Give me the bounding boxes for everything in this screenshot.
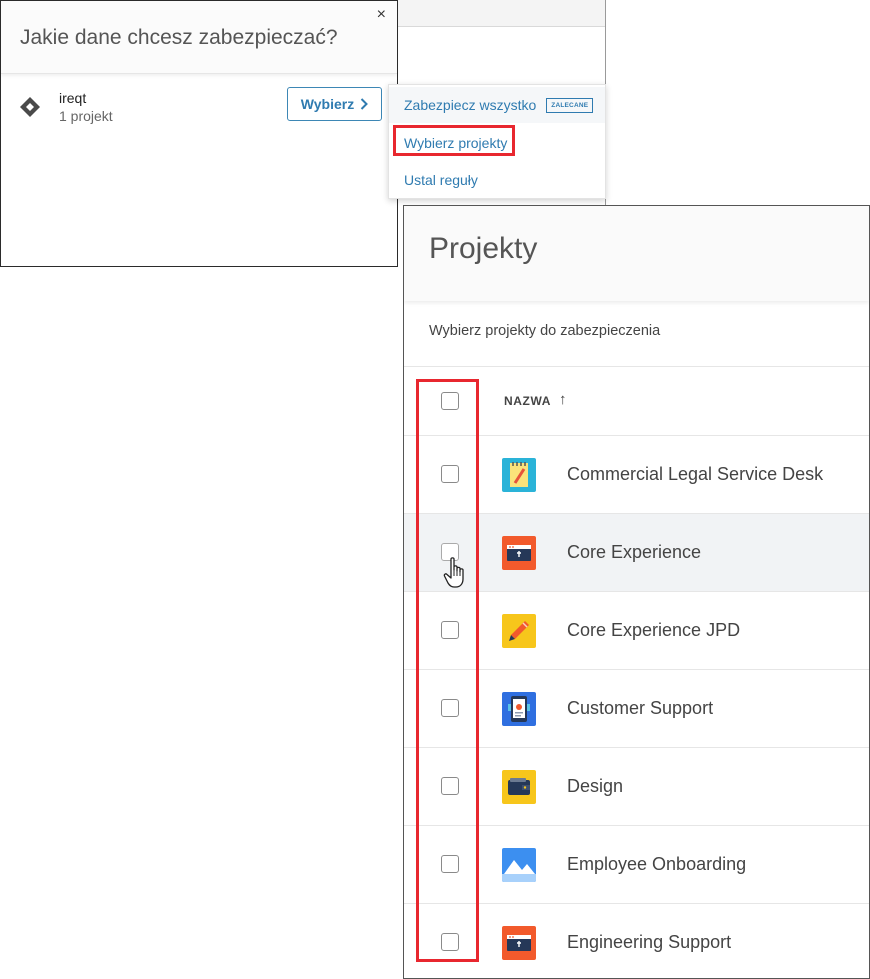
close-icon[interactable]: × bbox=[377, 7, 386, 23]
dialog-header: Jakie dane chcesz zabezpieczać? × bbox=[1, 1, 397, 74]
org-project-count: 1 projekt bbox=[59, 108, 113, 124]
browser-window-icon bbox=[502, 536, 536, 570]
org-row: ireqt 1 projekt Wybierz bbox=[1, 74, 397, 134]
select-button-label: Wybierz bbox=[300, 96, 355, 112]
row-checkbox[interactable] bbox=[441, 855, 459, 873]
diamond-org-icon bbox=[20, 97, 40, 117]
pencil-icon bbox=[502, 614, 536, 648]
phone-support-icon bbox=[502, 692, 536, 726]
project-name: Commercial Legal Service Desk bbox=[567, 464, 824, 484]
table-row[interactable]: Design bbox=[404, 748, 869, 826]
row-checkbox[interactable] bbox=[441, 699, 459, 717]
table-header: NAZWA ↑ bbox=[404, 366, 869, 436]
panel-title: Projekty bbox=[429, 232, 538, 265]
project-name: Customer Support bbox=[567, 698, 714, 718]
row-checkbox[interactable] bbox=[441, 933, 459, 951]
panel-header: Projekty bbox=[404, 206, 869, 301]
select-button[interactable]: Wybierz bbox=[287, 87, 382, 121]
recommended-badge: ZALECANE bbox=[546, 97, 594, 113]
menu-item-label: Zabezpiecz wszystko bbox=[404, 97, 537, 113]
protect-data-dialog: Jakie dane chcesz zabezpieczać? × ireqt … bbox=[0, 0, 398, 267]
row-checkbox[interactable] bbox=[441, 543, 459, 561]
project-name: Core Experience JPD bbox=[567, 620, 741, 640]
select-dropdown-menu: Zabezpiecz wszystko ZALECANE Wybierz pro… bbox=[388, 84, 606, 199]
menu-item-protect-all[interactable]: Zabezpiecz wszystko ZALECANE bbox=[389, 87, 605, 123]
projects-table: NAZWA ↑ Commercial Legal Service Desk Co… bbox=[404, 366, 869, 978]
row-checkbox[interactable] bbox=[441, 621, 459, 639]
select-all-checkbox[interactable] bbox=[441, 392, 459, 410]
table-row[interactable]: Employee Onboarding bbox=[404, 826, 869, 904]
table-row[interactable]: Core Experience JPD bbox=[404, 592, 869, 670]
wallet-icon bbox=[502, 770, 536, 804]
table-row[interactable]: Engineering Support bbox=[404, 904, 869, 978]
browser-window-icon bbox=[502, 926, 536, 960]
project-name: Employee Onboarding bbox=[567, 854, 747, 874]
notepad-pencil-icon bbox=[502, 458, 536, 492]
table-row[interactable]: Commercial Legal Service Desk bbox=[404, 436, 869, 514]
project-name: Core Experience bbox=[567, 542, 702, 562]
panel-subtitle: Wybierz projekty do zabezpieczenia bbox=[429, 323, 661, 339]
menu-item-set-rules[interactable]: Ustal reguły bbox=[389, 162, 605, 198]
project-name: Design bbox=[567, 776, 624, 796]
menu-item-label: Ustal reguły bbox=[404, 172, 478, 188]
projects-panel: Projekty Wybierz projekty do zabezpiecze… bbox=[403, 205, 870, 979]
project-name: Engineering Support bbox=[567, 932, 732, 952]
org-name: ireqt bbox=[59, 90, 87, 106]
sort-arrow-up-icon[interactable]: ↑ bbox=[559, 391, 567, 408]
background-window-bar bbox=[398, 0, 605, 27]
row-checkbox[interactable] bbox=[441, 465, 459, 483]
menu-item-select-projects[interactable]: Wybierz projekty bbox=[389, 125, 605, 161]
mountains-icon bbox=[502, 848, 536, 882]
table-row[interactable]: Customer Support bbox=[404, 670, 869, 748]
row-checkbox[interactable] bbox=[441, 777, 459, 795]
dialog-title: Jakie dane chcesz zabezpieczać? bbox=[20, 26, 338, 49]
menu-item-label: Wybierz projekty bbox=[404, 135, 508, 151]
table-row[interactable]: Core Experience bbox=[404, 514, 869, 592]
column-header-name[interactable]: NAZWA bbox=[504, 394, 551, 408]
chevron-right-icon bbox=[361, 98, 369, 110]
